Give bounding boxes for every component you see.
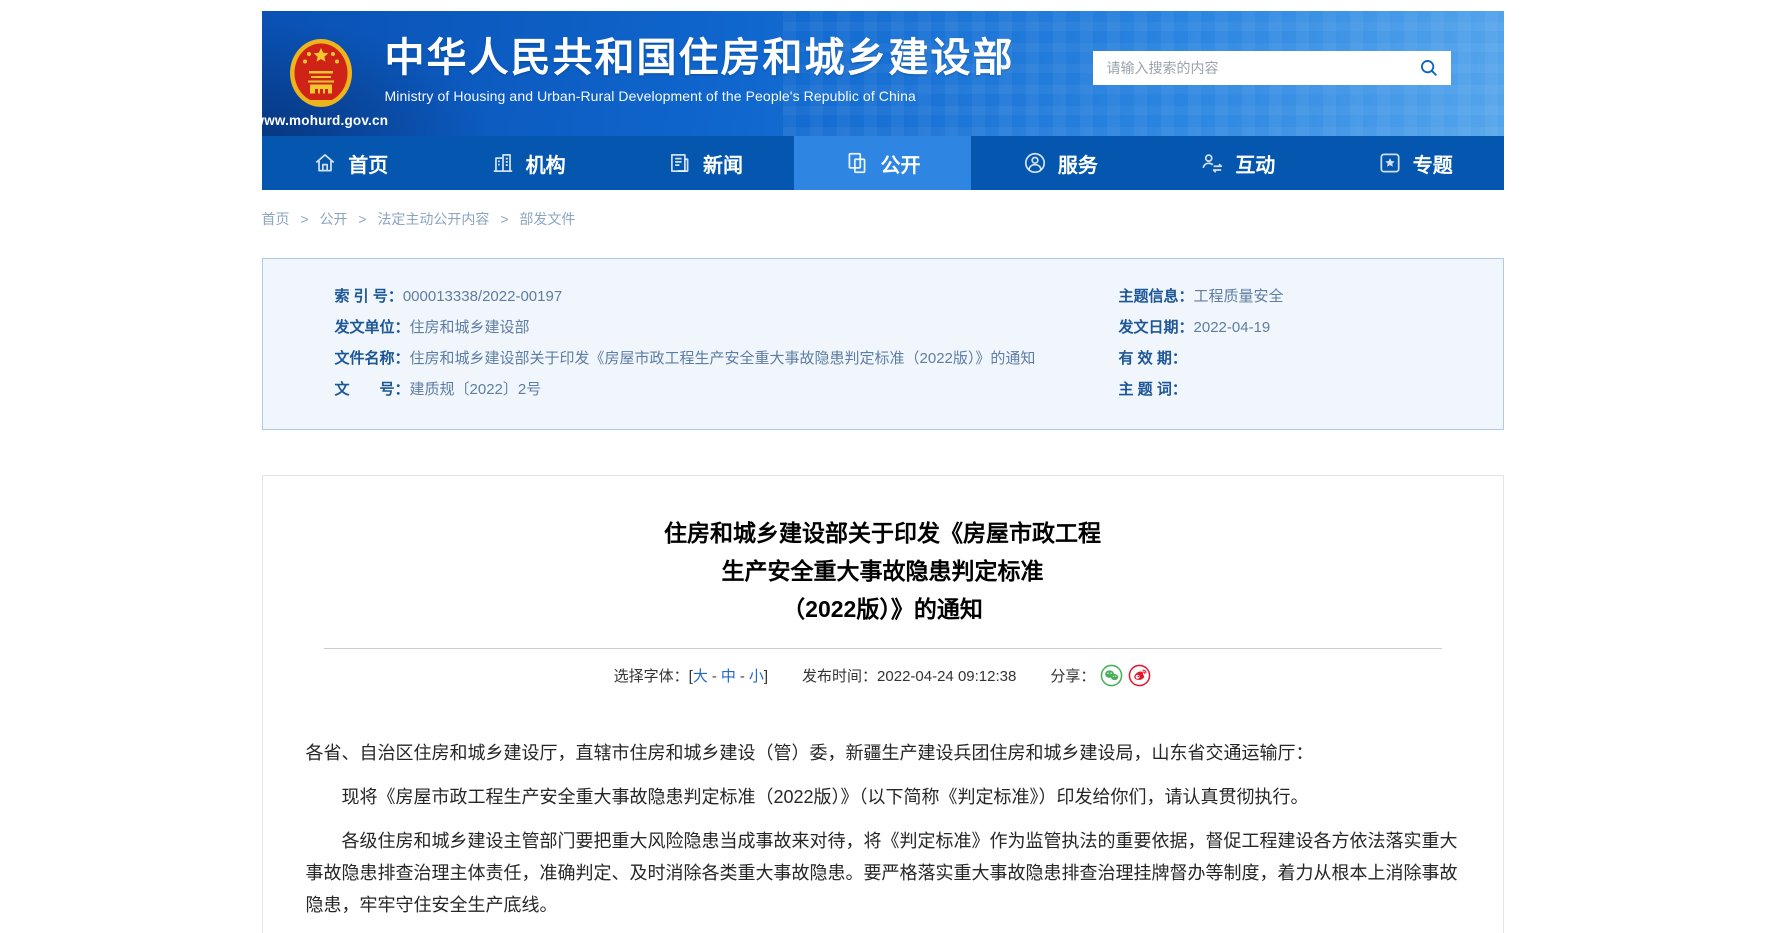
- font-size-medium-link[interactable]: 中: [721, 668, 736, 685]
- document-info-left-column: 索 引 号：000013338/2022-00197 发文单位：住房和城乡建设部…: [263, 281, 1119, 405]
- info-label: 有 效 期：: [1119, 350, 1187, 367]
- info-label: 文件名称：: [335, 350, 410, 367]
- info-label: 主题信息：: [1119, 288, 1194, 305]
- site-title: 中华人民共和国住房和城乡建设部: [385, 35, 1015, 81]
- info-row-index-number: 索 引 号：000013338/2022-00197: [335, 281, 1119, 312]
- home-icon: [312, 150, 338, 176]
- article-title-line: 生产安全重大事故隐患判定标准: [306, 552, 1460, 590]
- services-icon: [1022, 150, 1048, 176]
- font-size-separator: -: [712, 668, 717, 685]
- bracket-close: ]: [764, 668, 768, 685]
- font-size-small-link[interactable]: 小: [749, 668, 764, 685]
- share-label: 分享：: [1050, 668, 1095, 685]
- breadcrumb-separator: >: [300, 211, 308, 227]
- info-value: 住房和城乡建设部: [410, 319, 530, 336]
- info-row-subject-info: 主题信息：工程质量安全: [1119, 281, 1503, 312]
- nav-label: 公开: [880, 149, 920, 178]
- nav-item-organization[interactable]: 机构: [439, 136, 616, 190]
- nav-label: 专题: [1413, 149, 1453, 178]
- nav-label: 首页: [348, 149, 388, 178]
- article-body: 各省、自治区住房和城乡建设厅，直辖市住房和城乡建设（管）委，新疆生产建设兵团住房…: [306, 737, 1460, 921]
- info-value: 住房和城乡建设部关于印发《房屋市政工程生产安全重大事故隐患判定标准（2022版）…: [410, 350, 1036, 367]
- breadcrumb: 首页 > 公开 > 法定主动公开内容 > 部发文件: [262, 209, 1504, 229]
- search-icon[interactable]: [1407, 51, 1451, 85]
- site-title-block: 中华人民共和国住房和城乡建设部 Ministry of Housing and …: [385, 35, 1015, 104]
- nav-label: 互动: [1235, 149, 1275, 178]
- nav-item-home[interactable]: 首页: [262, 136, 439, 190]
- breadcrumb-home[interactable]: 首页: [262, 211, 290, 227]
- info-value: 2022-04-19: [1194, 319, 1271, 336]
- info-row-issue-date: 发文日期：2022-04-19: [1119, 312, 1503, 343]
- info-row-issuing-unit: 发文单位：住房和城乡建设部: [335, 312, 1119, 343]
- nav-item-services[interactable]: 服务: [971, 136, 1148, 190]
- article-toolbar: 选择字体：[大-中-小]发布时间：2022-04-24 09:12:38分享：: [306, 664, 1460, 695]
- document-info-right-column: 主题信息：工程质量安全 发文日期：2022-04-19 有 效 期： 主 题 词…: [1119, 281, 1503, 405]
- breadcrumb-separator: >: [358, 211, 366, 227]
- info-row-document-number: 文 号：建质规〔2022〕2号: [335, 374, 1119, 405]
- national-emblem-logo: [289, 37, 353, 111]
- topics-icon: [1377, 150, 1403, 176]
- site-url: www.mohurd.gov.cn: [262, 113, 388, 128]
- publish-time: 2022-04-24 09:12:38: [877, 668, 1016, 685]
- article-paragraph: 现将《房屋市政工程生产安全重大事故隐患判定标准（2022版）》（以下简称《判定标…: [306, 781, 1460, 813]
- nav-item-news[interactable]: 新闻: [616, 136, 793, 190]
- nav-label: 服务: [1058, 149, 1098, 178]
- info-value: 000013338/2022-00197: [403, 288, 562, 305]
- info-row-subject-words: 主 题 词：: [1119, 374, 1503, 405]
- document-info-box: 索 引 号：000013338/2022-00197 发文单位：住房和城乡建设部…: [262, 258, 1504, 430]
- disclosure-icon: [844, 150, 870, 176]
- nav-item-disclosure[interactable]: 公开: [794, 136, 971, 190]
- breadcrumb-current: 部发文件: [519, 211, 575, 227]
- info-label: 发文单位：: [335, 319, 410, 336]
- site-banner: www.mohurd.gov.cn 中华人民共和国住房和城乡建设部 Minist…: [262, 11, 1504, 136]
- font-size-label: 选择字体：: [614, 668, 689, 685]
- article-title: 住房和城乡建设部关于印发《房屋市政工程 生产安全重大事故隐患判定标准 （2022…: [306, 514, 1460, 628]
- info-value: 工程质量安全: [1194, 288, 1284, 305]
- main-nav: 首页 机构 新闻: [262, 136, 1504, 190]
- publish-time-label: 发布时间：: [802, 668, 877, 685]
- interaction-icon: [1199, 150, 1225, 176]
- breadcrumb-statutory-disclosure[interactable]: 法定主动公开内容: [377, 211, 489, 227]
- article-title-line: 住房和城乡建设部关于印发《房屋市政工程: [306, 514, 1460, 552]
- article-container: 住房和城乡建设部关于印发《房屋市政工程 生产安全重大事故隐患判定标准 （2022…: [262, 475, 1504, 933]
- article-paragraph: 各级住房和城乡建设主管部门要把重大风险隐患当成事故来对待，将《判定标准》作为监管…: [306, 825, 1460, 921]
- info-label: 主 题 词：: [1119, 381, 1187, 398]
- breadcrumb-separator: >: [500, 211, 508, 227]
- article-title-line: （2022版）》的通知: [306, 590, 1460, 628]
- info-row-validity-period: 有 效 期：: [1119, 343, 1503, 374]
- nav-item-interaction[interactable]: 互动: [1149, 136, 1326, 190]
- nav-label: 新闻: [703, 149, 743, 178]
- info-label: 文 号：: [335, 381, 410, 398]
- search-box: [1093, 51, 1451, 85]
- font-size-separator: -: [740, 668, 745, 685]
- info-row-document-name: 文件名称：住房和城乡建设部关于印发《房屋市政工程生产安全重大事故隐患判定标准（2…: [335, 343, 1119, 374]
- weibo-icon[interactable]: [1128, 664, 1151, 695]
- nav-label: 机构: [526, 149, 566, 178]
- info-label: 索 引 号：: [335, 288, 403, 305]
- article-paragraph: 各省、自治区住房和城乡建设厅，直辖市住房和城乡建设（管）委，新疆生产建设兵团住房…: [306, 737, 1460, 769]
- breadcrumb-disclosure[interactable]: 公开: [319, 211, 347, 227]
- info-label: 发文日期：: [1119, 319, 1194, 336]
- info-value: 建质规〔2022〕2号: [410, 381, 542, 398]
- wechat-icon[interactable]: [1100, 664, 1123, 695]
- title-divider: [324, 648, 1442, 649]
- search-input[interactable]: [1093, 51, 1407, 85]
- nav-item-topics[interactable]: 专题: [1326, 136, 1503, 190]
- organization-icon: [490, 150, 516, 176]
- news-icon: [667, 150, 693, 176]
- site-title-english: Ministry of Housing and Urban-Rural Deve…: [385, 88, 1015, 104]
- page-container: www.mohurd.gov.cn 中华人民共和国住房和城乡建设部 Minist…: [262, 11, 1504, 933]
- font-size-large-link[interactable]: 大: [693, 668, 708, 685]
